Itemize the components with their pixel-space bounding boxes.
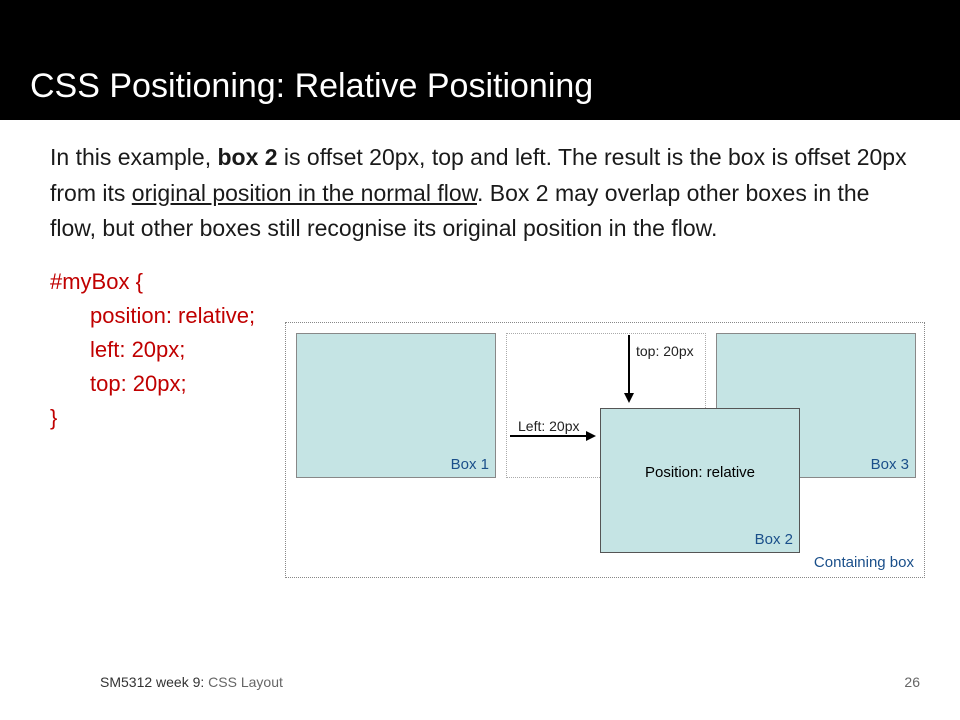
box-label: Box 3	[871, 456, 909, 473]
box-label: Box 1	[451, 456, 489, 473]
box-1: Box 1	[296, 333, 496, 478]
underlined-text: original position in the normal flow	[132, 180, 477, 206]
box-label: Box 2	[755, 531, 793, 548]
containing-box-diagram: Box 1 Box 3 top: 20px Left: 20px Positio…	[285, 322, 925, 578]
footer-course: SM5312 week 9: CSS Layout	[100, 674, 283, 690]
top-offset-label: top: 20px	[636, 343, 694, 359]
page-number: 26	[904, 674, 920, 690]
footer-course-code: SM5312 week 9:	[100, 674, 204, 690]
code-line: #myBox {	[50, 269, 143, 294]
containing-box-label: Containing box	[814, 554, 914, 571]
slide-title: CSS Positioning: Relative Positioning	[30, 67, 593, 106]
bold-text: box 2	[217, 144, 277, 170]
position-relative-label: Position: relative	[601, 464, 799, 481]
box-2-relative: Position: relative Box 2	[600, 408, 800, 553]
arrow-down-icon	[628, 335, 630, 401]
text: In this example,	[50, 144, 217, 170]
footer-course-topic: CSS Layout	[204, 674, 283, 690]
left-offset-label: Left: 20px	[518, 418, 580, 434]
slide-footer: SM5312 week 9: CSS Layout 26	[0, 674, 960, 690]
arrow-right-icon	[510, 435, 594, 437]
title-bar: CSS Positioning: Relative Positioning	[0, 0, 960, 120]
code-line: }	[50, 405, 57, 430]
body-paragraph: In this example, box 2 is offset 20px, t…	[50, 140, 910, 247]
